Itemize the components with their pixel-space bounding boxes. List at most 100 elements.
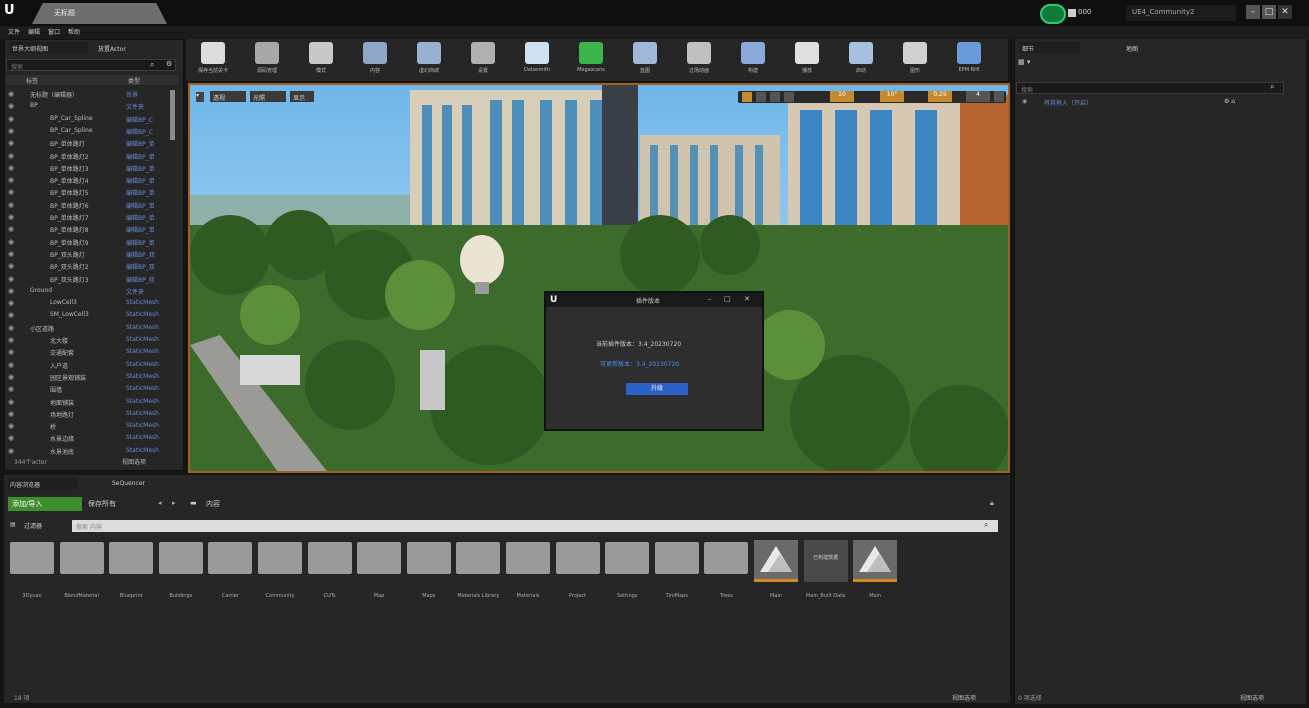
tab-details[interactable]: 细节 bbox=[1020, 42, 1080, 53]
visibility-icon[interactable]: ◉ bbox=[8, 275, 16, 283]
outliner-row[interactable]: ◉ SM_LowCell3 StaticMesh bbox=[8, 311, 170, 321]
outliner-row[interactable]: ◉ BP_Car_Spline 编辑BP_C bbox=[8, 115, 170, 125]
visibility-icon[interactable]: ◉ bbox=[8, 311, 16, 319]
visibility-icon[interactable]: ◉ bbox=[8, 262, 16, 270]
add-import-button[interactable]: 添加/导入 bbox=[8, 497, 82, 511]
visibility-icon[interactable]: ◉ bbox=[8, 299, 16, 307]
folder-icon[interactable] bbox=[307, 542, 352, 574]
scale-snap-value[interactable]: 0.25 bbox=[928, 91, 952, 102]
visibility-icon[interactable]: ◉ bbox=[8, 176, 16, 184]
dialog-minimize-button[interactable]: – bbox=[708, 295, 712, 303]
folder-icon[interactable] bbox=[704, 542, 749, 574]
outliner-row[interactable]: ◉ BP_单体路灯8 编辑BP_单 bbox=[8, 225, 170, 235]
toolbar-button[interactable]: EPM RHI bbox=[948, 42, 990, 73]
outliner-row[interactable]: ◉ 水景池底 StaticMesh bbox=[8, 447, 170, 457]
visibility-icon[interactable]: ◉ bbox=[8, 250, 16, 258]
toolbar-button[interactable]: Datasmith bbox=[516, 42, 558, 73]
toolbar-button[interactable]: 蓝图 bbox=[624, 42, 666, 74]
visibility-icon[interactable]: ◉ bbox=[8, 336, 16, 344]
folder-icon[interactable] bbox=[506, 542, 550, 574]
source-control-status-icon[interactable] bbox=[1040, 4, 1066, 24]
menu-edit[interactable]: 编辑 bbox=[28, 27, 40, 36]
visibility-icon[interactable]: ◉ bbox=[8, 139, 16, 147]
folder-icon[interactable] bbox=[208, 542, 253, 574]
visibility-icon[interactable]: ◉ bbox=[8, 398, 16, 406]
visibility-icon[interactable]: ◉ bbox=[8, 90, 16, 98]
update-version-link[interactable]: 可更新版本：3.4_20230720 bbox=[600, 359, 679, 368]
history-back-button[interactable]: ◂ bbox=[158, 499, 162, 507]
outliner-row[interactable]: ◉ 地面铺装 StaticMesh bbox=[8, 398, 170, 408]
visibility-icon[interactable]: ◉ bbox=[8, 373, 16, 381]
history-forward-button[interactable]: ▸ bbox=[172, 499, 176, 507]
level-viewport[interactable]: ▾ 透视 光照 显示 10 10° 0.25 4 U 插件版本 – □ ✕ 当前… bbox=[188, 83, 1010, 473]
visibility-icon[interactable]: ◉ bbox=[8, 385, 16, 393]
built-data-icon[interactable]: 已构建数据 bbox=[803, 540, 848, 582]
content-path-breadcrumb[interactable]: 内容 bbox=[206, 499, 220, 509]
select-mode-icon[interactable] bbox=[742, 92, 752, 102]
toolbar-button[interactable]: 播放 bbox=[786, 42, 828, 74]
visibility-icon[interactable]: ◉ bbox=[8, 410, 16, 418]
toolbar-button[interactable]: 虚幻商城 bbox=[408, 42, 450, 74]
outliner-row[interactable]: ◉ BP_双头路灯3 编辑BP_双 bbox=[8, 275, 170, 285]
grid-snap-value[interactable]: 10 bbox=[830, 91, 854, 102]
visibility-icon[interactable]: ◉ bbox=[8, 324, 16, 332]
document-tab[interactable]: 无标题 bbox=[32, 3, 167, 24]
folder-icon[interactable] bbox=[258, 542, 302, 574]
toolbar-button[interactable]: 构建 bbox=[732, 42, 774, 74]
minimize-button[interactable]: – bbox=[1246, 5, 1260, 19]
tab-sequencer[interactable]: SeQuencer bbox=[110, 478, 170, 489]
rotate-icon[interactable] bbox=[770, 92, 780, 102]
outliner-row[interactable]: ◉ BP_单体路灯3 编辑BP_单 bbox=[8, 164, 170, 174]
outliner-row[interactable]: ◉ BP_单体路灯 编辑BP_单 bbox=[8, 139, 170, 149]
outliner-row[interactable]: ◉ 小区道路 StaticMesh bbox=[8, 324, 170, 334]
visibility-icon[interactable]: ◉ bbox=[8, 225, 16, 233]
save-all-button[interactable]: 保存所有 bbox=[88, 499, 116, 509]
outliner-row[interactable]: ◉ BP_单体路灯2 编辑BP_单 bbox=[8, 152, 170, 162]
outliner-row[interactable]: ◉ 场地路灯 StaticMesh bbox=[8, 410, 170, 420]
toolbar-button[interactable]: 内容 bbox=[354, 42, 396, 74]
outliner-row[interactable]: ◉ 入户道 StaticMesh bbox=[8, 361, 170, 371]
filter-button[interactable]: 过滤器 bbox=[24, 521, 42, 530]
folder-icon[interactable] bbox=[555, 542, 600, 574]
close-button[interactable]: ✕ bbox=[1278, 5, 1292, 19]
level-map-icon[interactable] bbox=[754, 540, 798, 582]
visibility-icon[interactable]: ◉ bbox=[8, 348, 16, 356]
tab-world-outliner[interactable]: 世界大纲视图 bbox=[10, 42, 88, 53]
details-row-label[interactable]: 将其拖入（开启） bbox=[1044, 98, 1092, 107]
outliner-row[interactable]: ◉ 北大楼 StaticMesh bbox=[8, 336, 170, 346]
row-actions-icon[interactable]: ⚙ ⌂ bbox=[1224, 98, 1235, 105]
outliner-row[interactable]: ◉ BP_单体路灯5 编辑BP_单 bbox=[8, 188, 170, 198]
visibility-icon[interactable]: ◉ bbox=[8, 164, 16, 172]
toolbar-button[interactable]: 模式 bbox=[300, 42, 342, 74]
show-button[interactable]: 显示 bbox=[290, 91, 314, 102]
folder-icon[interactable] bbox=[357, 542, 402, 574]
visibility-icon[interactable]: ◉ bbox=[8, 361, 16, 369]
tab-content-browser[interactable]: 内容浏览器 bbox=[8, 478, 78, 489]
viewport-menu-button[interactable]: ▾ bbox=[196, 92, 204, 102]
toolbar-button[interactable]: 源码管理 bbox=[246, 42, 288, 74]
perspective-button[interactable]: 透视 bbox=[210, 91, 246, 102]
toolbar-button[interactable]: 过场动画 bbox=[678, 42, 720, 74]
tab-world-settings[interactable]: 地图 bbox=[1124, 42, 1184, 53]
toolbar-button[interactable]: 启动 bbox=[840, 42, 882, 74]
dialog-maximize-button[interactable]: □ bbox=[724, 295, 731, 303]
visibility-icon[interactable]: ◉ bbox=[1022, 98, 1027, 105]
visibility-icon[interactable]: ◉ bbox=[8, 102, 16, 110]
upgrade-button[interactable]: 升级 bbox=[626, 383, 688, 395]
outliner-row[interactable]: ◉ BP_Car_Spline 编辑BP_C bbox=[8, 127, 170, 137]
level-map-icon[interactable] bbox=[853, 540, 898, 582]
outliner-row[interactable]: ◉ Ground 文件夹 bbox=[8, 287, 170, 297]
column-type[interactable]: 类型 bbox=[128, 76, 140, 85]
dialog-close-button[interactable]: ✕ bbox=[744, 295, 750, 303]
visibility-icon[interactable]: ◉ bbox=[8, 422, 16, 430]
sources-toggle-icon[interactable]: ▤ bbox=[10, 521, 16, 528]
outliner-row[interactable]: ◉ BP_单体路灯6 编辑BP_单 bbox=[8, 201, 170, 211]
outliner-row[interactable]: ◉ 园区景观铺装 StaticMesh bbox=[8, 373, 170, 383]
maximize-button[interactable]: □ bbox=[1262, 5, 1276, 19]
column-label[interactable]: 标签 bbox=[26, 76, 38, 85]
outliner-row[interactable]: ◉ BP 文件夹 bbox=[8, 102, 170, 112]
visibility-icon[interactable]: ◉ bbox=[8, 115, 16, 123]
camera-speed-value[interactable]: 4 bbox=[966, 91, 990, 102]
tab-place-actors[interactable]: 放置Actor bbox=[96, 42, 166, 53]
outliner-row[interactable]: ◉ BP_双头路灯2 编辑BP_双 bbox=[8, 262, 170, 272]
